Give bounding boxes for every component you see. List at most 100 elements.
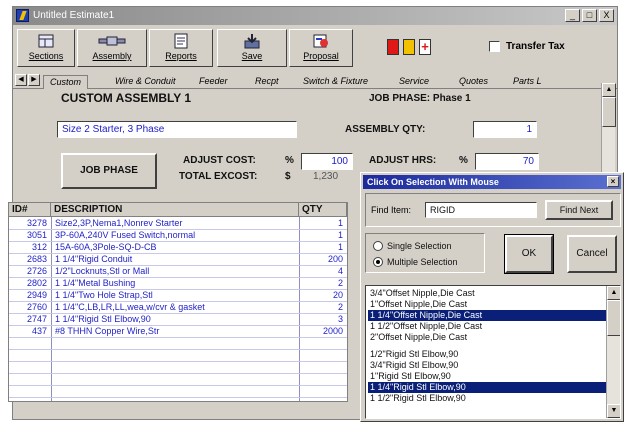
table-row-empty[interactable] (9, 338, 347, 350)
row-description-cell[interactable]: Size2,3P,Nema1,Nonrev Starter (55, 218, 297, 229)
tab-switch-fixture[interactable]: Switch & Fixture (297, 75, 374, 89)
list-item[interactable]: 1"Rigid Stl Elbow,90 (368, 371, 606, 382)
table-row[interactable]: 2726 1/2"Locknuts,Stl or Mall 4 (9, 266, 347, 278)
table-row-empty[interactable] (9, 350, 347, 362)
row-id-cell[interactable]: 2726 (9, 266, 49, 277)
row-qty-cell[interactable]: 1 (301, 230, 343, 241)
tab-custom[interactable]: Custom (43, 75, 89, 89)
dialog-title-bar[interactable]: Click On Selection With Mouse × (363, 175, 621, 189)
transfer-tax-checkbox[interactable]: Transfer Tax (489, 41, 565, 52)
checkbox-box[interactable] (489, 41, 500, 52)
list-item[interactable]: 1/2"Rigid Stl Elbow,90 (368, 349, 606, 360)
tab-service[interactable]: Service (393, 75, 435, 89)
row-id-cell[interactable]: 312 (9, 242, 49, 253)
table-row[interactable]: 3051 3P-60A,240V Fused Switch,normal 1 (9, 230, 347, 242)
list-item[interactable]: 1 1/4"Rigid Stl Elbow,90 (368, 382, 606, 393)
assembly-qty-field[interactable]: 1 (473, 121, 537, 138)
row-qty-cell[interactable]: 20 (301, 290, 343, 301)
table-row[interactable]: 312 15A-60A,3Pole-SQ-D-CB 1 (9, 242, 347, 254)
adjust-hrs-field[interactable]: 70 (475, 153, 539, 170)
table-row[interactable]: 2747 1 1/4"Rigid Stl Elbow,90 3 (9, 314, 347, 326)
row-id-cell[interactable]: 2683 (9, 254, 49, 265)
yellow-square-icon[interactable] (403, 39, 415, 55)
row-id-cell[interactable]: 3051 (9, 230, 49, 241)
table-row[interactable]: 2760 1 1/4"C,LB,LR,LL,wea,w/cvr & gasket 2 (9, 302, 347, 314)
row-description-cell[interactable]: #8 THHN Copper Wire,Str (55, 326, 297, 337)
single-selection-radio[interactable]: Single Selection (373, 241, 452, 251)
row-id-cell[interactable]: 2747 (9, 314, 49, 325)
cancel-button[interactable]: Cancel (567, 235, 617, 273)
reports-button[interactable]: Reports (149, 29, 213, 67)
row-description-cell[interactable]: 15A-60A,3Pole-SQ-D-CB (55, 242, 297, 253)
find-next-button[interactable]: Find Next (545, 200, 613, 220)
assembly-name-field[interactable]: Size 2 Starter, 3 Phase (57, 121, 297, 138)
assembly-button[interactable]: Assembly (77, 29, 147, 67)
row-description-cell[interactable]: 1 1/4"Rigid Stl Elbow,90 (55, 314, 297, 325)
multiple-selection-radio[interactable]: Multiple Selection (373, 257, 458, 267)
close-button[interactable]: X (599, 9, 614, 22)
table-row-empty[interactable] (9, 386, 347, 398)
table-row[interactable]: 2802 1 1/4"Metal Bushing 2 (9, 278, 347, 290)
scroll-thumb[interactable] (602, 97, 616, 127)
row-qty-cell[interactable]: 1 (301, 218, 343, 229)
row-qty-cell[interactable]: 2 (301, 278, 343, 289)
maximize-button[interactable]: □ (582, 9, 597, 22)
list-item[interactable]: 1"Offset Nipple,Die Cast (368, 299, 606, 310)
ok-button[interactable]: OK (504, 234, 554, 274)
table-row[interactable]: 437 #8 THHN Copper Wire,Str 2000 (9, 326, 347, 338)
list-item[interactable]: 3/4"Rigid Stl Elbow,90 (368, 360, 606, 371)
listbox-scrollbar[interactable]: ▲ ▼ (606, 286, 620, 418)
list-scroll-thumb[interactable] (607, 300, 620, 336)
dialog-close-icon[interactable]: × (607, 176, 619, 187)
tab-wire-conduit[interactable]: Wire & Conduit (109, 75, 181, 89)
items-listbox[interactable]: 3/4"Offset Nipple,Die Cast 1"Offset Nippl… (365, 285, 621, 419)
row-id-cell[interactable]: 2760 (9, 302, 49, 313)
row-qty-cell[interactable]: 3 (301, 314, 343, 325)
tab-parts-list[interactable]: Parts L (507, 75, 548, 89)
row-description-cell[interactable]: 1/2"Locknuts,Stl or Mall (55, 266, 297, 277)
row-description-cell[interactable]: 3P-60A,240V Fused Switch,normal (55, 230, 297, 241)
tab-recpt[interactable]: Recpt (249, 75, 285, 89)
col-header-id[interactable]: ID# (9, 203, 51, 217)
row-description-cell[interactable]: 1 1/4"Two Hole Strap,Stl (55, 290, 297, 301)
find-item-input[interactable]: RIGID (425, 202, 537, 218)
table-row[interactable]: 3278 Size2,3P,Nema1,Nonrev Starter 1 (9, 218, 347, 230)
col-header-description[interactable]: DESCRIPTION (51, 203, 299, 217)
tab-scroll-left-icon[interactable]: ◀ (15, 74, 27, 86)
red-square-icon[interactable] (387, 39, 399, 55)
tab-scroll-right-icon[interactable]: ▶ (28, 74, 40, 86)
adjust-cost-field[interactable]: 100 (301, 153, 353, 170)
list-item[interactable]: 1 1/2"Offset Nipple,Die Cast (368, 321, 606, 332)
title-bar[interactable]: Untitled Estimate1 _ □ X (13, 7, 617, 25)
tab-feeder[interactable]: Feeder (193, 75, 234, 89)
row-qty-cell[interactable]: 4 (301, 266, 343, 277)
row-qty-cell[interactable]: 2 (301, 302, 343, 313)
list-item[interactable]: 1 1/2"Rigid Stl Elbow,90 (368, 393, 606, 404)
row-description-cell[interactable]: 1 1/4"C,LB,LR,LL,wea,w/cvr & gasket (55, 302, 297, 313)
col-header-qty[interactable]: QTY (299, 203, 347, 217)
save-button[interactable]: Save (217, 29, 287, 67)
row-id-cell[interactable]: 3278 (9, 218, 49, 229)
table-row[interactable]: 2949 1 1/4"Two Hole Strap,Stl 20 (9, 290, 347, 302)
list-scroll-down-icon[interactable]: ▼ (607, 404, 620, 418)
sections-button[interactable]: Sections (17, 29, 75, 67)
radio-dot-checked[interactable] (373, 257, 383, 267)
row-description-cell[interactable]: 1 1/4"Rigid Conduit (55, 254, 297, 265)
table-row[interactable]: 2683 1 1/4"Rigid Conduit 200 (9, 254, 347, 266)
list-scroll-up-icon[interactable]: ▲ (607, 286, 620, 300)
proposal-button[interactable]: Proposal (289, 29, 353, 67)
list-item[interactable]: 1 1/4"Offset Nipple,Die Cast (368, 310, 606, 321)
tab-quotes[interactable]: Quotes (453, 75, 494, 89)
minimize-button[interactable]: _ (565, 9, 580, 22)
row-id-cell[interactable]: 2949 (9, 290, 49, 301)
table-row-empty[interactable] (9, 362, 347, 374)
row-qty-cell[interactable]: 200 (301, 254, 343, 265)
radio-dot[interactable] (373, 241, 383, 251)
list-item[interactable]: 3/4"Offset Nipple,Die Cast (368, 288, 606, 299)
job-phase-button[interactable]: JOB PHASE (61, 153, 157, 189)
table-row-empty[interactable] (9, 374, 347, 386)
list-item[interactable]: 2"Offset Nipple,Die Cast (368, 332, 606, 343)
row-qty-cell[interactable]: 2000 (301, 326, 343, 337)
row-qty-cell[interactable]: 1 (301, 242, 343, 253)
plus-icon[interactable]: + (419, 39, 431, 55)
